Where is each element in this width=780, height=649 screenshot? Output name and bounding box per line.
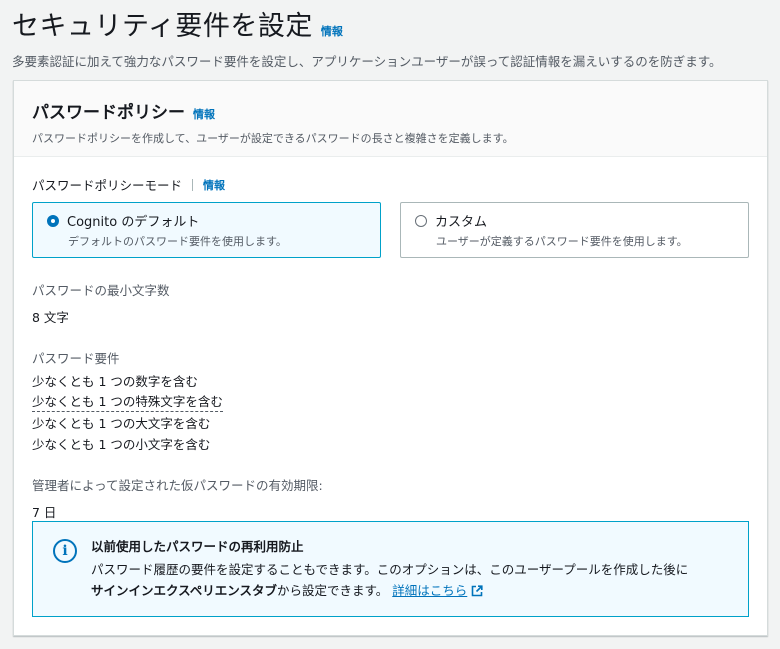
tile-label: Cognito のデフォルト — [67, 215, 200, 230]
external-link-icon[interactable] — [471, 582, 483, 603]
learn-more-label: 詳細はこちら — [392, 583, 468, 598]
section-info-link[interactable]: 情報 — [193, 106, 215, 122]
password-policy-container: パスワードポリシー 情報 パスワードポリシーを作成して、ユーザーが設定できるパス… — [13, 80, 768, 636]
radio-unselected-icon[interactable] — [415, 214, 427, 227]
page-title: セキュリティ要件を設定 — [12, 11, 313, 42]
mode-info-link[interactable]: 情報 — [203, 177, 225, 193]
radio-selected-icon[interactable] — [47, 214, 59, 227]
section-title-row: パスワードポリシー 情報 — [32, 98, 749, 123]
min-length-label: パスワードの最小文字数 — [32, 283, 170, 298]
requirements-field: パスワード要件 少なくとも 1 つの数字を含む 少なくとも 1 つの特殊文字を含… — [32, 348, 749, 455]
tile-description: ユーザーが定義するパスワード要件を使用します。 — [436, 235, 688, 248]
page-info-link[interactable]: 情報 — [321, 23, 343, 39]
alert-bold-tab: サインインエクスペリエンスタブ — [91, 583, 278, 598]
min-length-field: パスワードの最小文字数 8 文字 — [32, 280, 749, 326]
container-header: パスワードポリシー 情報 パスワードポリシーを作成して、ユーザーが設定できるパス… — [14, 81, 767, 157]
requirement-item: 少なくとも 1 つの数字を含む — [32, 374, 198, 389]
alert-line1: パスワード履歴の要件を設定することもできます。このオプションは、このユーザープー… — [91, 562, 689, 577]
temp-expiry-value: 7 日 — [32, 505, 57, 520]
temp-expiry-label: 管理者によって設定された仮パスワードの有効期限: — [32, 478, 323, 493]
info-alert: i 以前使用したパスワードの再利用防止 パスワード履歴の要件を設定することもでき… — [32, 521, 749, 617]
requirement-item: 少なくとも 1 つの大文字を含む — [32, 416, 211, 431]
mode-label: パスワードポリシーモード — [32, 178, 183, 193]
alert-line2: から設定できます。 — [277, 583, 389, 598]
min-length-value: 8 文字 — [32, 310, 69, 325]
alert-text: パスワード履歴の要件を設定することもできます。このオプションは、このユーザープー… — [91, 559, 688, 603]
page: セキュリティ要件を設定 情報 多要素認証に加えて強力なパスワード要件を設定し、ア… — [0, 0, 780, 649]
tile-custom[interactable]: カスタム ユーザーが定義するパスワード要件を使用します。 — [400, 202, 749, 258]
mode-tiles: Cognito のデフォルト デフォルトのパスワード要件を使用します。 カスタム… — [32, 202, 749, 258]
requirements-list: 少なくとも 1 つの数字を含む 少なくとも 1 つの特殊文字を含む 少なくとも … — [32, 372, 749, 455]
mode-label-row: パスワードポリシーモード 情報 — [32, 175, 749, 194]
page-description: 多要素認証に加えて強力なパスワード要件を設定し、アプリケーションユーザーが誤って… — [12, 54, 722, 69]
requirement-item-special[interactable]: 少なくとも 1 つの特殊文字を含む — [32, 393, 223, 412]
container-body: パスワードポリシーモード 情報 Cognito のデフォルト デフォルトのパスワ… — [14, 157, 767, 521]
tile-description: デフォルトのパスワード要件を使用します。 — [68, 235, 287, 248]
alert-title: 以前使用したパスワードの再利用防止 — [91, 539, 304, 554]
tile-top: Cognito のデフォルト — [47, 211, 366, 230]
learn-more-link[interactable]: 詳細はこちら — [392, 583, 467, 598]
page-header: セキュリティ要件を設定 情報 多要素認証に加えて強力なパスワード要件を設定し、ア… — [12, 4, 772, 70]
tile-label: カスタム — [435, 215, 488, 230]
section-title: パスワードポリシー — [32, 103, 185, 123]
info-circle-icon: i — [53, 539, 77, 563]
tile-cognito-default[interactable]: Cognito のデフォルト デフォルトのパスワード要件を使用します。 — [32, 202, 381, 258]
requirement-item: 少なくとも 1 つの小文字を含む — [32, 436, 211, 452]
label-divider — [192, 178, 194, 191]
requirements-label: パスワード要件 — [32, 351, 120, 366]
page-title-row: セキュリティ要件を設定 情報 — [12, 4, 772, 43]
section-description: パスワードポリシーを作成して、ユーザーが設定できるパスワードの長さと複雑さを定義… — [32, 132, 514, 145]
temp-expiry-field: 管理者によって設定された仮パスワードの有効期限: 7 日 — [32, 475, 749, 521]
alert-content: 以前使用したパスワードの再利用防止 パスワード履歴の要件を設定することもできます… — [91, 536, 688, 616]
tile-top: カスタム — [415, 211, 734, 230]
